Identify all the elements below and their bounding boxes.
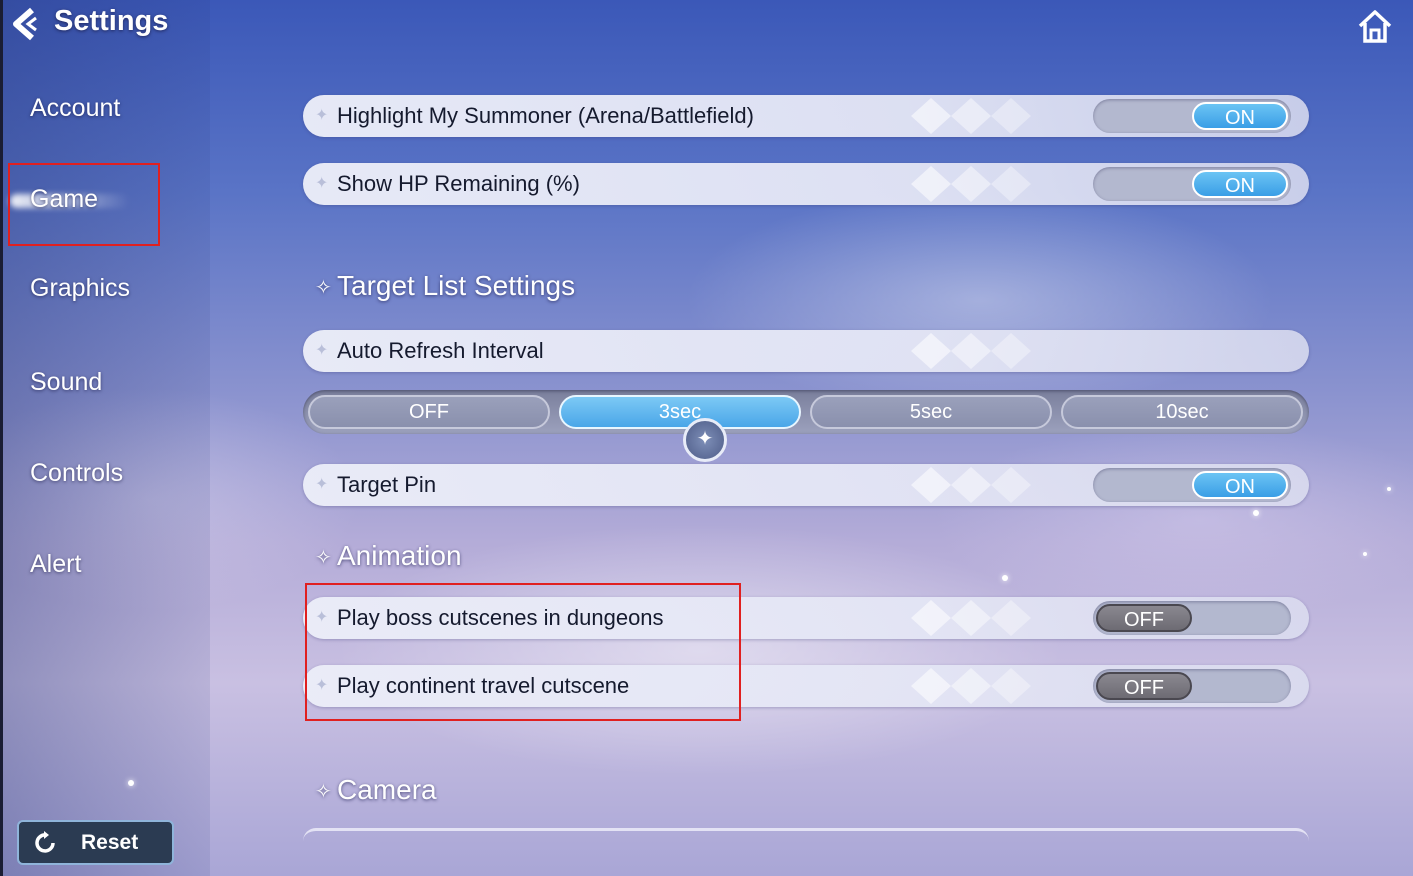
toggle-state: ON [1192, 471, 1288, 499]
section-animation: ✧ Animation [315, 540, 462, 572]
setting-show-hp: ✦ Show HP Remaining (%) ON [303, 163, 1309, 205]
sparkle-outline-icon: ✧ [315, 781, 332, 804]
toggle-state: OFF [1096, 672, 1192, 700]
continent-cutscene-toggle[interactable]: OFF [1093, 669, 1291, 703]
sparkle-icon: ✦ [315, 107, 329, 124]
target-pin-toggle[interactable]: ON [1093, 468, 1291, 502]
sparkle-decoration [1387, 487, 1391, 491]
sparkle-outline-icon: ✧ [315, 277, 332, 300]
diamond-decoration-icon [911, 467, 1031, 503]
setting-target-pin: ✦ Target Pin ON [303, 464, 1309, 506]
diamond-decoration-icon [911, 166, 1031, 202]
sidebar-item-sound[interactable]: Sound [30, 368, 102, 397]
diamond-decoration-icon [911, 600, 1031, 636]
sparkle-decoration [1363, 552, 1367, 556]
toggle-state: OFF [1096, 604, 1192, 632]
option-5sec[interactable]: 5sec [810, 395, 1052, 429]
section-title: Target List Settings [337, 270, 576, 301]
setting-highlight-summoner: ✦ Highlight My Summoner (Arena/Battlefie… [303, 95, 1309, 137]
home-button[interactable] [1355, 6, 1395, 46]
setting-label: Show HP Remaining (%) [337, 171, 580, 196]
highlight-summoner-toggle[interactable]: ON [1093, 99, 1291, 133]
reset-button[interactable]: Reset [17, 820, 174, 865]
section-target-list: ✧ Target List Settings [315, 270, 575, 302]
sparkle-icon: ✦ [315, 677, 329, 694]
toggle-state: ON [1192, 170, 1288, 198]
option-10sec[interactable]: 10sec [1061, 395, 1303, 429]
setting-auto-refresh: ✦ Auto Refresh Interval [303, 330, 1309, 372]
page-title: Settings [54, 5, 169, 37]
selector-knob[interactable]: ✦ [683, 418, 727, 462]
diamond-decoration-icon [911, 98, 1031, 134]
setting-label: Play continent travel cutscene [337, 673, 630, 698]
sidebar-item-alert[interactable]: Alert [30, 550, 81, 579]
setting-boss-cutscenes: ✦ Play boss cutscenes in dungeons OFF [303, 597, 1309, 639]
show-hp-toggle[interactable]: ON [1093, 167, 1291, 201]
sparkle-decoration [1253, 510, 1259, 516]
setting-label: Auto Refresh Interval [337, 338, 544, 363]
option-3sec[interactable]: 3sec [559, 395, 801, 429]
option-off[interactable]: OFF [308, 395, 550, 429]
reset-label: Reset [81, 831, 139, 854]
refresh-interval-selector: OFF 3sec 5sec 10sec [303, 390, 1309, 434]
sparkle-decoration [1002, 575, 1008, 581]
setting-label: Highlight My Summoner (Arena/Battlefield… [337, 103, 754, 128]
setting-label: Target Pin [337, 472, 437, 497]
sparkle-icon: ✦ [315, 342, 329, 359]
top-bar: Settings [0, 0, 1413, 50]
camera-row-edge [303, 828, 1309, 841]
section-title: Animation [337, 540, 462, 571]
sparkle-icon: ✦ [315, 609, 329, 626]
chevron-left-icon [13, 7, 37, 41]
sparkle-icon: ✦ [315, 175, 329, 192]
sidebar [0, 0, 210, 876]
back-button[interactable] [6, 4, 44, 44]
toggle-state: ON [1192, 102, 1288, 130]
section-title: Camera [337, 774, 437, 805]
reset-icon [35, 831, 55, 853]
section-camera: ✧ Camera [315, 774, 437, 806]
sparkle-decoration [128, 780, 134, 786]
sparkle-icon: ✦ [696, 428, 714, 450]
setting-continent-cutscene: ✦ Play continent travel cutscene OFF [303, 665, 1309, 707]
sparkle-icon: ✦ [315, 476, 329, 493]
diamond-decoration-icon [911, 668, 1031, 704]
sparkle-outline-icon: ✧ [315, 547, 332, 570]
game-highlight-box [8, 163, 160, 246]
boss-cutscenes-toggle[interactable]: OFF [1093, 601, 1291, 635]
diamond-decoration-icon [911, 333, 1031, 369]
sidebar-item-controls[interactable]: Controls [30, 459, 123, 488]
setting-label: Play boss cutscenes in dungeons [337, 605, 664, 630]
home-icon [1358, 10, 1392, 43]
sidebar-item-account[interactable]: Account [30, 94, 120, 123]
sidebar-item-graphics[interactable]: Graphics [30, 274, 130, 303]
